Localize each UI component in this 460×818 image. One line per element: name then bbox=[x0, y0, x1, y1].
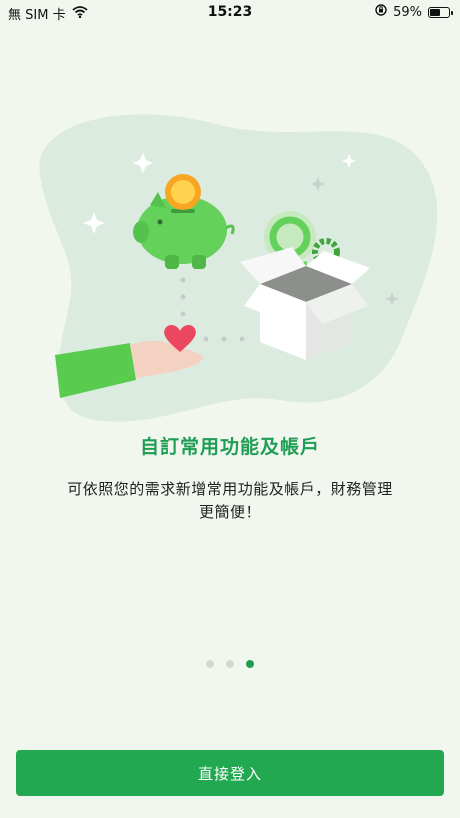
page-indicator[interactable] bbox=[0, 660, 460, 668]
page-dot-2[interactable] bbox=[226, 660, 234, 668]
onboarding-title: 自訂常用功能及帳戶 bbox=[139, 436, 320, 458]
battery-fill bbox=[430, 8, 441, 16]
onboarding-description: 可依照您的需求新增常用功能及帳戶，財務管理更簡便！ bbox=[67, 480, 393, 521]
status-right: 59% bbox=[375, 4, 453, 20]
orientation-lock-icon bbox=[375, 4, 387, 20]
coin-icon bbox=[165, 174, 201, 210]
page-dot-1[interactable] bbox=[206, 660, 214, 668]
battery-percent: 59% bbox=[393, 4, 422, 20]
login-button[interactable]: 直接登入 bbox=[16, 750, 444, 796]
onboarding-illustration bbox=[39, 114, 438, 422]
page-dot-3[interactable] bbox=[246, 660, 254, 668]
status-bar: 無 SIM 卡 15:23 59% bbox=[0, 0, 460, 26]
battery-icon bbox=[428, 6, 453, 18]
